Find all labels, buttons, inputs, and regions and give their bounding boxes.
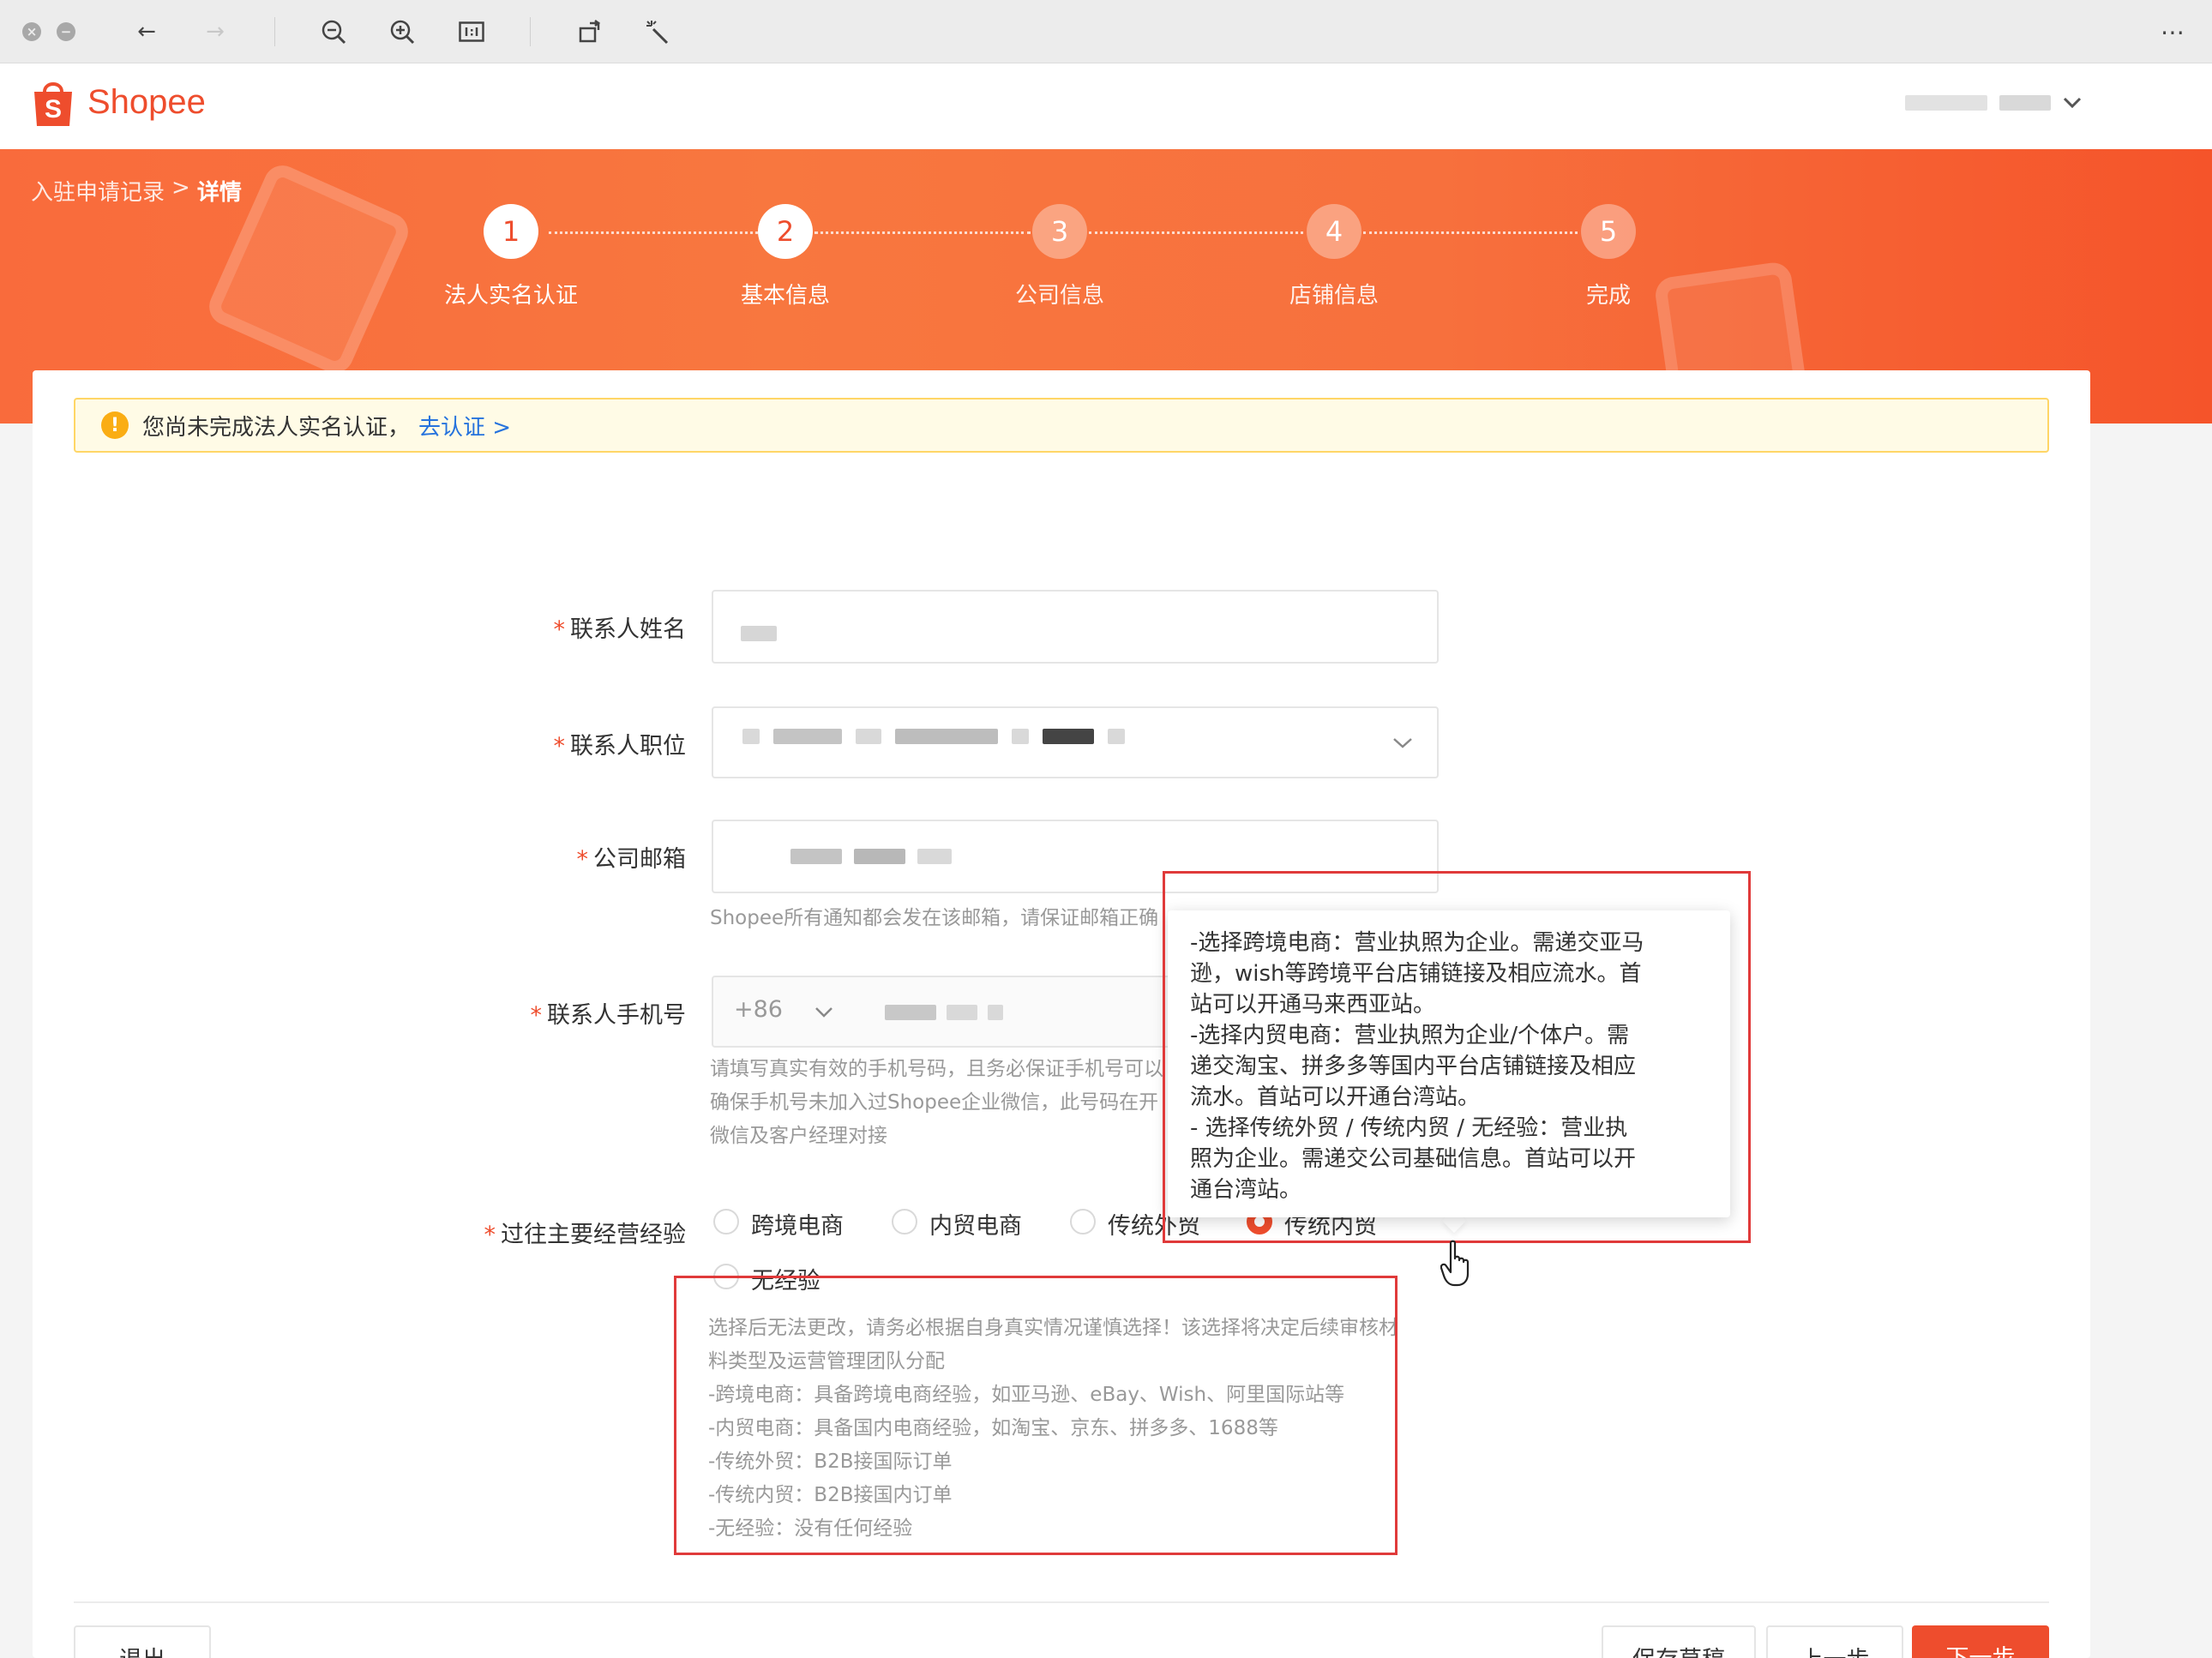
zoom-out-icon[interactable] [317,15,350,48]
radio-traditional-export[interactable] [1070,1209,1096,1234]
masked-value [885,1005,1003,1020]
step-3-label: 公司信息 [1014,283,1104,309]
step-3-circle: 3 [1032,204,1087,259]
contact-phone-label-text: 联系人手机号 [547,1002,686,1029]
experience-label: * 过往主要经营经验 [309,1216,687,1249]
contact-position-label-text: 联系人职位 [570,733,686,760]
verify-link[interactable]: 去认证 > [418,410,511,442]
viewer-toolbar: × − ← → ⋯ [0,0,2212,63]
svg-text:S: S [45,95,62,123]
contact-position-label: * 联系人职位 [309,727,687,760]
annotation-box-tooltip [1163,871,1751,1243]
forward-arrow-icon[interactable]: → [199,15,231,48]
user-shop-masked [1999,95,2051,111]
step-1-label: 法人实名认证 [443,283,578,309]
breadcrumb-separator: > [171,175,190,201]
save-draft-button[interactable]: 保存草稿 [1602,1625,1756,1658]
breadcrumb: 入驻申请记录 > 详情 [31,175,242,207]
verification-notice: ! 您尚未完成法人实名认证， 去认证 > [74,398,2049,453]
masked-value [742,729,1125,744]
chevron-down-icon [815,1007,833,1018]
required-mark: * [576,846,589,873]
radio-domestic-ecommerce[interactable] [892,1209,917,1234]
chevron-down-icon [2063,97,2082,109]
contact-phone-hint: 请填写真实有效的手机号码，且务必保证手机号可以 确保手机号未加入过Shopee企… [710,1053,1190,1153]
step-1-circle: 1 [484,204,538,259]
required-mark: * [553,616,566,643]
more-options-icon[interactable]: ⋯ [2157,15,2190,48]
company-email-label-text: 公司邮箱 [593,846,686,873]
site-header [0,63,2212,149]
company-email-label: * 公司邮箱 [309,840,687,874]
step-connector [1089,231,1303,234]
masked-value [741,626,777,641]
hint-line: 确保手机号未加入过Shopee企业微信，此号码在开 [710,1091,1159,1114]
step-2-circle: 2 [758,204,813,259]
required-mark: * [530,1002,543,1029]
step-connector [1363,231,1578,234]
company-email-hint: Shopee所有通知都会发在该邮箱，请保证邮箱正确 [710,907,1159,929]
toolbar-divider [530,17,531,46]
shopee-logo[interactable]: S Shopee [31,72,219,132]
radio-cross-border[interactable] [713,1209,739,1234]
step-2-label: 基本信息 [740,283,830,309]
notice-text: 您尚未完成法人实名认证， [142,414,411,441]
contact-phone-label: * 联系人手机号 [309,996,687,1030]
next-step-button[interactable]: 下一步 [1912,1625,2049,1658]
footer-divider [74,1601,2049,1603]
experience-label-text: 过往主要经营经验 [501,1222,686,1248]
exit-button[interactable]: 退出 [74,1625,211,1658]
step-connector [814,231,1031,234]
toolbar-divider [274,17,275,46]
user-name-masked [1905,95,1987,111]
magic-wand-icon[interactable] [641,15,674,48]
actual-size-icon[interactable] [455,15,488,48]
contact-position-select[interactable] [712,706,1439,778]
masked-value [790,849,952,864]
radio-label-cross-border[interactable]: 跨境电商 [751,1207,844,1240]
close-window-icon[interactable]: × [22,22,41,41]
rotate-icon[interactable] [574,15,607,48]
radio-label-domestic-ecommerce[interactable]: 内贸电商 [929,1207,1022,1240]
step-5-label: 完成 [1585,283,1631,309]
contact-name-input[interactable] [712,590,1439,664]
contact-name-label: * 联系人姓名 [309,610,687,644]
required-mark: * [553,733,566,760]
hint-line: 微信及客户经理对接 [710,1125,887,1147]
shopee-bag-icon: S [34,82,72,126]
hand-cursor-icon [1440,1240,1470,1287]
user-menu[interactable] [1905,93,2094,113]
country-code-select[interactable]: +86 [734,996,783,1023]
logo-text: Shopee [87,82,206,121]
prev-step-button[interactable]: 上一步 [1766,1625,1903,1658]
step-connector [549,231,758,234]
back-arrow-icon[interactable]: ← [130,15,163,48]
warning-icon: ! [101,411,129,439]
hint-line: 请填写真实有效的手机号码，且务必保证手机号可以 [710,1058,1163,1080]
minimize-window-icon[interactable]: − [57,22,75,41]
annotation-box-hint [674,1276,1398,1555]
contact-name-label-text: 联系人姓名 [570,616,686,643]
breadcrumb-current: 详情 [196,180,242,206]
zoom-in-icon[interactable] [386,15,418,48]
step-4-circle: 4 [1307,204,1361,259]
required-mark: * [484,1222,496,1248]
breadcrumb-parent[interactable]: 入驻申请记录 [31,175,165,207]
chevron-down-icon [1393,738,1412,748]
step-4-label: 店铺信息 [1289,283,1379,309]
step-5-circle: 5 [1581,204,1636,259]
